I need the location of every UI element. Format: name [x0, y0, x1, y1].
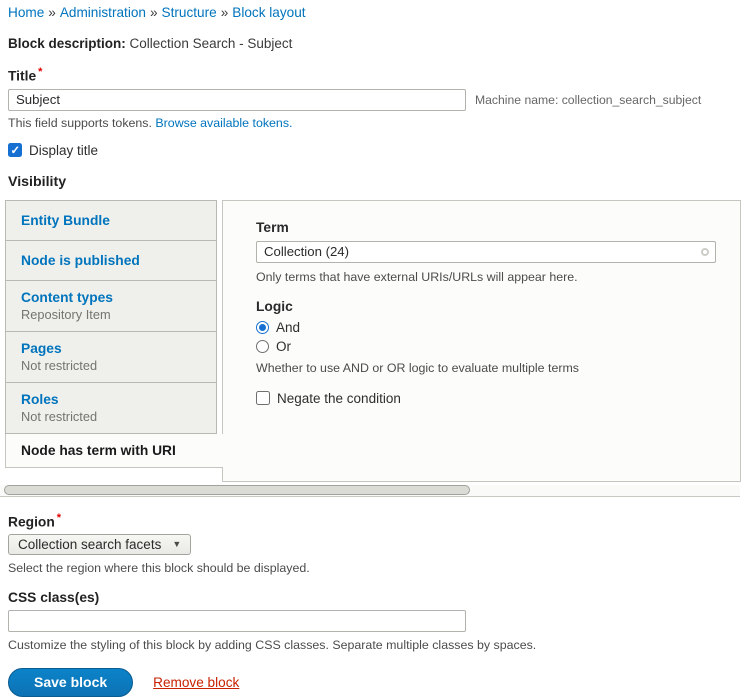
- tab-summary: Repository Item: [21, 307, 201, 322]
- logic-or-label[interactable]: Or: [276, 339, 291, 354]
- logic-description: Whether to use AND or OR logic to evalua…: [256, 361, 716, 375]
- tab-summary: Not restricted: [21, 409, 201, 424]
- visibility-heading: Visibility: [8, 174, 737, 190]
- term-autocomplete-input[interactable]: [256, 241, 716, 263]
- autocomplete-icon: [701, 248, 709, 256]
- title-input[interactable]: [8, 89, 466, 111]
- breadcrumb-link-home[interactable]: Home: [8, 5, 44, 20]
- block-description-value: Collection Search - Subject: [130, 36, 293, 51]
- css-classes-input[interactable]: [8, 610, 466, 632]
- logic-label: Logic: [256, 299, 716, 314]
- tab-content-types[interactable]: Content types Repository Item: [5, 281, 217, 332]
- required-marker: *: [38, 66, 42, 78]
- title-label: Title*: [8, 66, 737, 84]
- logic-and-radio[interactable]: [256, 321, 269, 334]
- region-label: Region*: [8, 512, 737, 530]
- breadcrumb-link-block-layout[interactable]: Block layout: [232, 5, 305, 20]
- tab-entity-bundle[interactable]: Entity Bundle: [5, 200, 217, 241]
- visibility-tab-pane: Term Only terms that have external URIs/…: [222, 200, 741, 482]
- horizontal-scrollbar-thumb[interactable]: [4, 485, 470, 495]
- logic-or-radio[interactable]: [256, 340, 269, 353]
- logic-and-label[interactable]: And: [276, 320, 300, 335]
- negate-condition-label[interactable]: Negate the condition: [277, 391, 401, 406]
- block-description: Block description: Collection Search - S…: [8, 36, 737, 51]
- required-marker: *: [57, 512, 61, 524]
- breadcrumb-separator: »: [150, 5, 158, 20]
- dropdown-arrow-icon: ▼: [172, 539, 181, 549]
- display-title-label[interactable]: Display title: [29, 143, 98, 158]
- browse-tokens-link[interactable]: Browse available tokens.: [155, 116, 292, 130]
- term-description: Only terms that have external URIs/URLs …: [256, 270, 716, 284]
- breadcrumb-separator: »: [48, 5, 56, 20]
- css-classes-description: Customize the styling of this block by a…: [8, 638, 737, 652]
- title-help: This field supports tokens. Browse avail…: [8, 116, 737, 130]
- tab-summary: Not restricted: [21, 358, 201, 373]
- remove-block-link[interactable]: Remove block: [153, 675, 239, 690]
- tab-roles[interactable]: Roles Not restricted: [5, 383, 217, 434]
- block-description-label: Block description:: [8, 36, 126, 51]
- term-label: Term: [256, 220, 716, 235]
- visibility-vertical-tabs: Entity Bundle Node is published Content …: [5, 200, 741, 482]
- vertical-tabs-menu: Entity Bundle Node is published Content …: [5, 200, 222, 482]
- breadcrumb-separator: »: [221, 5, 229, 20]
- save-block-button[interactable]: Save block: [8, 668, 133, 697]
- negate-condition-checkbox[interactable]: [256, 391, 270, 405]
- machine-name: Machine name: collection_search_subject: [475, 93, 701, 107]
- region-select[interactable]: Collection search facets ▼: [8, 534, 191, 555]
- tab-node-is-published[interactable]: Node is published: [5, 241, 217, 281]
- tab-pages[interactable]: Pages Not restricted: [5, 332, 217, 383]
- horizontal-scrollbar-track[interactable]: [0, 485, 740, 497]
- breadcrumb: Home»Administration»Structure»Block layo…: [0, 0, 745, 20]
- breadcrumb-link-administration[interactable]: Administration: [60, 5, 146, 20]
- breadcrumb-link-structure[interactable]: Structure: [162, 5, 217, 20]
- tab-node-has-term-with-uri[interactable]: Node has term with URI: [5, 434, 223, 468]
- region-description: Select the region where this block shoul…: [8, 561, 737, 575]
- display-title-checkbox[interactable]: [8, 143, 22, 157]
- region-select-value: Collection search facets: [18, 537, 161, 552]
- css-classes-label: CSS class(es): [8, 590, 737, 605]
